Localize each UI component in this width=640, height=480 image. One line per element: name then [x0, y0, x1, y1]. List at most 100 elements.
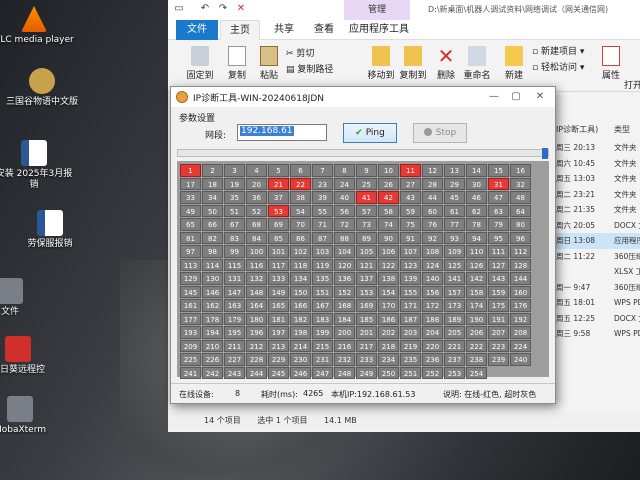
- ip-cell[interactable]: 133: [268, 272, 289, 285]
- ip-cell[interactable]: 124: [422, 258, 443, 271]
- ip-cell[interactable]: 18: [202, 177, 223, 190]
- ip-cell[interactable]: 219: [400, 339, 421, 352]
- ip-cell[interactable]: 110: [466, 245, 487, 258]
- ip-cell-online[interactable]: 21: [268, 177, 289, 190]
- ip-cell[interactable]: 189: [444, 312, 465, 325]
- ip-cell[interactable]: 200: [334, 326, 355, 339]
- file-row[interactable]: 周六 20:05 DOCX 文: [556, 218, 640, 234]
- ip-cell[interactable]: 114: [202, 258, 223, 271]
- ip-cell[interactable]: 25: [356, 177, 377, 190]
- ip-cell[interactable]: 7: [312, 164, 333, 177]
- ip-cell[interactable]: 108: [422, 245, 443, 258]
- ip-cell[interactable]: 122: [378, 258, 399, 271]
- ip-cell[interactable]: 240: [510, 353, 531, 366]
- ip-cell[interactable]: 160: [510, 285, 531, 298]
- ip-cell[interactable]: 254: [466, 366, 487, 379]
- ip-cell[interactable]: 136: [334, 272, 355, 285]
- ip-cell[interactable]: 159: [488, 285, 509, 298]
- ip-cell[interactable]: 60: [422, 204, 443, 217]
- ip-cell[interactable]: 188: [422, 312, 443, 325]
- title-bar[interactable]: IP诊断工具-WIN-20240618JDN — ▢ ✕: [171, 87, 555, 107]
- ip-cell[interactable]: 143: [488, 272, 509, 285]
- ip-cell-online[interactable]: 11: [400, 164, 421, 177]
- ip-cell[interactable]: 151: [312, 285, 333, 298]
- ip-cell[interactable]: 116: [246, 258, 267, 271]
- ip-cell[interactable]: 118: [290, 258, 311, 271]
- ip-cell[interactable]: 242: [202, 366, 223, 379]
- ip-cell[interactable]: 172: [422, 299, 443, 312]
- ip-cell[interactable]: 4: [246, 164, 267, 177]
- ip-cell[interactable]: 36: [246, 191, 267, 204]
- ip-cell[interactable]: 148: [246, 285, 267, 298]
- ip-cell[interactable]: 198: [290, 326, 311, 339]
- ip-cell[interactable]: 79: [488, 218, 509, 231]
- ip-cell[interactable]: 154: [378, 285, 399, 298]
- tab-manage[interactable]: 管理: [344, 0, 410, 20]
- ip-cell[interactable]: 34: [202, 191, 223, 204]
- ip-cell[interactable]: 199: [312, 326, 333, 339]
- desktop-icon-game[interactable]: 三国谷物语中文版: [2, 68, 82, 108]
- file-row[interactable]: 周五 18:01 WPS PDF: [556, 295, 640, 311]
- ip-cell[interactable]: 80: [510, 218, 531, 231]
- ip-cell[interactable]: 222: [466, 339, 487, 352]
- ip-cell[interactable]: 91: [400, 231, 421, 244]
- file-row[interactable]: XLSX 工作: [556, 264, 640, 280]
- ip-cell[interactable]: 38: [290, 191, 311, 204]
- ip-cell[interactable]: 14: [466, 164, 487, 177]
- file-row[interactable]: 周二 23:21 文件夹: [556, 187, 640, 203]
- ip-cell[interactable]: 87: [312, 231, 333, 244]
- ip-cell-online[interactable]: 22: [290, 177, 311, 190]
- ip-cell[interactable]: 152: [334, 285, 355, 298]
- ip-cell[interactable]: 97: [180, 245, 201, 258]
- ip-cell[interactable]: 134: [290, 272, 311, 285]
- ip-cell[interactable]: 74: [378, 218, 399, 231]
- ip-cell[interactable]: 183: [312, 312, 333, 325]
- ip-cell[interactable]: 16: [510, 164, 531, 177]
- ip-cell[interactable]: 230: [290, 353, 311, 366]
- ip-cell[interactable]: 66: [202, 218, 223, 231]
- ip-cell[interactable]: 17: [180, 177, 201, 190]
- ip-cell[interactable]: 23: [312, 177, 333, 190]
- ip-cell[interactable]: 93: [444, 231, 465, 244]
- ip-cell[interactable]: 221: [444, 339, 465, 352]
- file-row[interactable]: 周二 21:35 文件夹: [556, 202, 640, 218]
- ip-cell[interactable]: 2: [202, 164, 223, 177]
- ip-cell[interactable]: 135: [312, 272, 333, 285]
- ping-button[interactable]: ✔ Ping: [343, 123, 397, 143]
- ip-cell[interactable]: 125: [444, 258, 465, 271]
- ip-cell[interactable]: 229: [268, 353, 289, 366]
- ip-cell[interactable]: 65: [180, 218, 201, 231]
- ip-cell[interactable]: 29: [444, 177, 465, 190]
- delete-icon[interactable]: ✕: [234, 3, 248, 17]
- ip-cell[interactable]: 157: [444, 285, 465, 298]
- file-row[interactable]: 周三 20:13 文件夹: [556, 140, 640, 156]
- ip-cell[interactable]: 169: [356, 299, 377, 312]
- copy-path-button[interactable]: ▤ 复制路径: [286, 62, 333, 75]
- ip-cell[interactable]: 107: [400, 245, 421, 258]
- desktop-icon-vlc[interactable]: VLC media player: [0, 6, 74, 46]
- ip-cell[interactable]: 115: [224, 258, 245, 271]
- ip-cell[interactable]: 73: [356, 218, 377, 231]
- ip-cell[interactable]: 226: [202, 353, 223, 366]
- ip-cell[interactable]: 218: [378, 339, 399, 352]
- ip-cell[interactable]: 223: [488, 339, 509, 352]
- ip-cell[interactable]: 129: [180, 272, 201, 285]
- ip-cell[interactable]: 26: [378, 177, 399, 190]
- ip-cell[interactable]: 173: [444, 299, 465, 312]
- ip-cell[interactable]: 235: [400, 353, 421, 366]
- ip-cell[interactable]: 248: [334, 366, 355, 379]
- ip-cell[interactable]: 244: [246, 366, 267, 379]
- ip-cell[interactable]: 245: [268, 366, 289, 379]
- ip-cell[interactable]: 40: [334, 191, 355, 204]
- ip-cell[interactable]: 231: [312, 353, 333, 366]
- ip-cell[interactable]: 187: [400, 312, 421, 325]
- rename-button[interactable]: 重命名: [460, 46, 494, 81]
- ip-cell[interactable]: 30: [466, 177, 487, 190]
- ip-cell[interactable]: 149: [268, 285, 289, 298]
- ip-cell[interactable]: 13: [444, 164, 465, 177]
- ip-cell[interactable]: 185: [356, 312, 377, 325]
- ip-cell[interactable]: 27: [400, 177, 421, 190]
- ip-cell[interactable]: 99: [224, 245, 245, 258]
- ip-cell[interactable]: 155: [400, 285, 421, 298]
- ip-cell[interactable]: 176: [510, 299, 531, 312]
